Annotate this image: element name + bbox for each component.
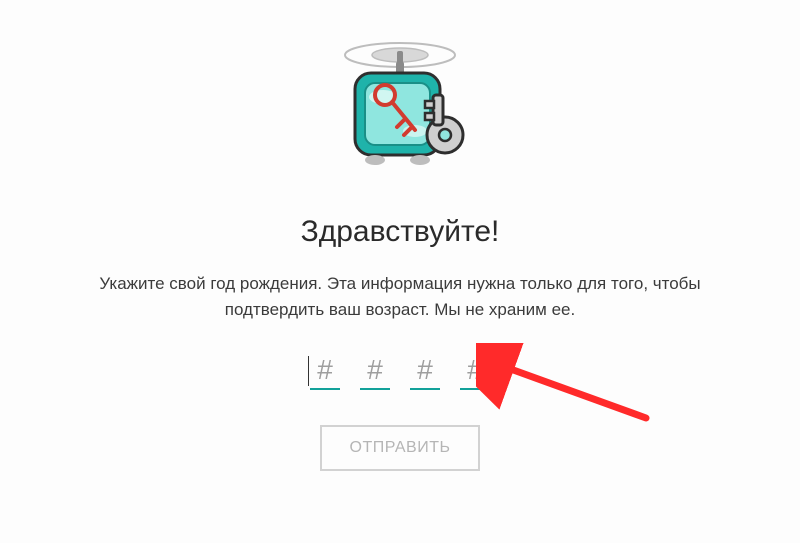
page-title: Здравствуйте! [301,215,500,249]
instruction-text: Укажите свой год рождения. Эта информаци… [80,271,720,324]
lock-key-propeller-icon [325,35,475,185]
year-digit-3[interactable] [410,354,440,390]
text-cursor [308,356,309,386]
year-digit-2[interactable] [360,354,390,390]
annotation-arrow-icon [476,343,656,433]
year-digit-1[interactable] [310,354,340,390]
submit-button[interactable]: ОТПРАВИТЬ [320,425,481,471]
year-input-group [310,354,490,390]
year-digit-4[interactable] [460,354,490,390]
